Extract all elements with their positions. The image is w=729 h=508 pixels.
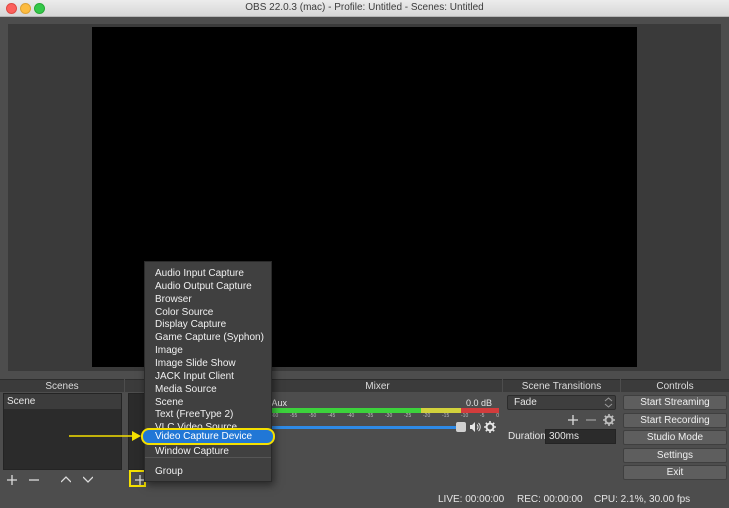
meter-tick-label: -50 bbox=[309, 413, 317, 419]
menu-item-scene[interactable]: Scene bbox=[155, 396, 183, 409]
menu-item-image[interactable]: Image bbox=[155, 344, 183, 357]
gear-icon[interactable] bbox=[484, 421, 496, 433]
scene-item[interactable]: Scene bbox=[4, 394, 121, 409]
select-arrows-icon bbox=[604, 397, 613, 408]
menu-item-color-source[interactable]: Color Source bbox=[155, 306, 213, 319]
meter-tick-label: -15 bbox=[442, 413, 450, 419]
live-status: LIVE: 00:00:00 bbox=[438, 494, 505, 505]
gear-icon bbox=[603, 414, 615, 426]
settings-button[interactable]: Settings bbox=[623, 448, 727, 463]
mixer-header: Mixer bbox=[253, 379, 502, 392]
exit-button[interactable]: Exit bbox=[623, 465, 727, 480]
menu-item-image-slide-show[interactable]: Image Slide Show bbox=[155, 357, 236, 370]
meter-tick-label: 0 bbox=[496, 413, 499, 419]
meter-scale: -60 -55 -50 -45 -40 -35 -30 -25 -20 -15 -10 -5 0 bbox=[271, 413, 499, 421]
rec-status: REC: 00:00:00 bbox=[517, 494, 583, 505]
menu-item-jack-input-client[interactable]: JACK Input Client bbox=[155, 370, 234, 383]
add-source-menu: Audio Input Capture Audio Output Capture B… bbox=[144, 261, 272, 482]
minus-icon bbox=[29, 478, 39, 481]
plus-icon bbox=[568, 415, 578, 425]
menu-item-browser[interactable]: Browser bbox=[155, 293, 192, 306]
menu-item-window-capture[interactable]: Window Capture bbox=[155, 445, 229, 458]
menu-item-text-freetype-2[interactable]: Text (FreeType 2) bbox=[155, 408, 233, 421]
minus-icon bbox=[586, 419, 596, 421]
chevron-up-icon bbox=[61, 476, 71, 483]
transition-properties-button[interactable] bbox=[602, 413, 616, 427]
duration-spinbox[interactable]: 300ms bbox=[545, 429, 616, 444]
add-transition-button[interactable] bbox=[566, 413, 580, 427]
add-scene-button[interactable] bbox=[3, 472, 21, 487]
studio-mode-button[interactable]: Studio Mode bbox=[623, 430, 727, 445]
remove-transition-button[interactable] bbox=[584, 413, 598, 427]
volume-slider-handle[interactable] bbox=[456, 422, 466, 432]
meter-tick-label: -5 bbox=[480, 413, 485, 419]
meter-tick-label: -45 bbox=[328, 413, 336, 419]
menu-item-display-capture[interactable]: Display Capture bbox=[155, 318, 226, 331]
chevron-down-icon bbox=[83, 476, 93, 483]
menu-item-group[interactable]: Group bbox=[155, 465, 183, 478]
menu-item-audio-input-capture[interactable]: Audio Input Capture bbox=[155, 267, 244, 280]
meter-tick-label: -25 bbox=[404, 413, 412, 419]
meter-tick-label: -55 bbox=[290, 413, 298, 419]
transition-select[interactable]: Fade bbox=[507, 395, 616, 410]
menu-item-game-capture-syphon[interactable]: Game Capture (Syphon) bbox=[155, 331, 264, 344]
menu-item-video-capture-device-label: Video Capture Device bbox=[155, 431, 253, 442]
meter-tick-label: -30 bbox=[385, 413, 393, 419]
volume-slider[interactable] bbox=[271, 426, 461, 429]
start-streaming-button[interactable]: Start Streaming bbox=[623, 395, 727, 410]
meter-tick-label: -20 bbox=[423, 413, 431, 419]
menu-item-audio-output-capture[interactable]: Audio Output Capture bbox=[155, 280, 252, 293]
meter-tick-label: -60 bbox=[271, 413, 279, 419]
annotation-arrow-icon bbox=[69, 431, 141, 441]
plus-icon bbox=[7, 474, 17, 485]
speaker-icon[interactable] bbox=[469, 421, 481, 433]
transition-select-value: Fade bbox=[514, 397, 537, 408]
mixer-db-readout: 0.0 dB bbox=[466, 398, 493, 408]
move-scene-up-button[interactable] bbox=[57, 472, 75, 487]
duration-label: Duration bbox=[508, 431, 546, 442]
controls-header: Controls bbox=[621, 379, 729, 392]
meter-tick-label: -35 bbox=[366, 413, 374, 419]
cpu-status: CPU: 2.1%, 30.00 fps bbox=[594, 494, 691, 505]
remove-scene-button[interactable] bbox=[25, 472, 43, 487]
duration-value: 300ms bbox=[549, 431, 580, 442]
window-title: OBS 22.0.3 (mac) - Profile: Untitled - S… bbox=[245, 2, 484, 13]
move-scene-down-button[interactable] bbox=[79, 472, 97, 487]
transitions-header: Scene Transitions bbox=[503, 379, 620, 392]
meter-tick-label: -40 bbox=[347, 413, 355, 419]
scenes-header: Scenes bbox=[0, 379, 124, 392]
window-title-bar: OBS 22.0.3 (mac) - Profile: Untitled - S… bbox=[0, 0, 729, 17]
scenes-toolbar bbox=[3, 471, 101, 488]
menu-item-media-source[interactable]: Media Source bbox=[155, 383, 217, 396]
start-recording-button[interactable]: Start Recording bbox=[623, 413, 727, 428]
meter-tick-label: -10 bbox=[461, 413, 469, 419]
